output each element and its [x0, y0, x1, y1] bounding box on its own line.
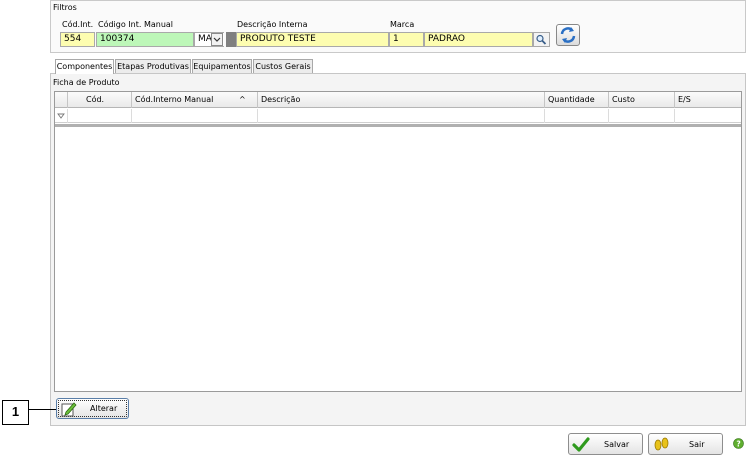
marca-code-field[interactable]: 1 [389, 32, 424, 47]
grid-indicator-header [55, 92, 68, 108]
filters-title: Filtros [53, 3, 77, 12]
salvar-button[interactable]: Salvar [568, 433, 643, 455]
callout-line [29, 409, 56, 410]
search-icon [536, 34, 547, 45]
checkmark-icon [572, 437, 590, 452]
column-label: Cód.Interno Manual [135, 95, 214, 104]
cod-int-field[interactable]: 554 [60, 32, 95, 47]
filter-cell-custo[interactable] [609, 109, 675, 123]
color-indicator [226, 32, 236, 47]
filter-cell-quantidade[interactable] [545, 109, 609, 123]
column-header-custo[interactable]: Custo [609, 92, 675, 108]
cod-int-label: Cód.Int. [62, 20, 94, 29]
components-grid[interactable] [54, 91, 742, 392]
tab-equipamentos[interactable]: Equipamentos [192, 59, 252, 73]
tab-custos-gerais[interactable]: Custos Gerais [253, 59, 313, 73]
panel-title: Ficha de Produto [53, 78, 120, 87]
filter-cell-descricao[interactable] [258, 109, 545, 123]
tab-etapas-produtivas[interactable]: Etapas Produtivas [115, 59, 191, 73]
cod-manual-label: Código Int. Manual [98, 20, 174, 29]
column-header-cod[interactable]: Cód. [68, 92, 132, 108]
filter-cell-es[interactable] [675, 109, 741, 123]
filter-icon [57, 113, 65, 119]
column-header-descricao[interactable]: Descrição [258, 92, 545, 108]
refresh-button[interactable] [556, 24, 580, 46]
svg-text:?: ? [736, 439, 740, 448]
column-header-quantidade[interactable]: Quantidade [545, 92, 609, 108]
edit-icon [61, 402, 77, 417]
descricao-label: Descrição Interna [237, 20, 308, 29]
column-header-es[interactable]: E/S [675, 92, 741, 108]
alterar-button[interactable]: Alterar [56, 398, 129, 419]
sort-ascending-icon: ^ [239, 95, 246, 104]
filter-row-indicator [55, 109, 68, 123]
grid-divider [55, 124, 741, 127]
tab-componentes[interactable]: Componentes [55, 59, 114, 74]
alterar-label: Alterar [90, 404, 118, 413]
descricao-field[interactable]: PRODUTO TESTE [236, 32, 389, 47]
cod-manual-field[interactable]: 100374 [96, 32, 194, 47]
sair-label: Sair [689, 440, 705, 449]
filter-cell-cod[interactable] [68, 109, 132, 123]
marca-label: Marca [390, 20, 415, 29]
marca-name-field[interactable]: PADRAO [424, 32, 533, 47]
chevron-down-icon[interactable] [211, 33, 223, 46]
callout-marker: 1 [2, 400, 29, 425]
column-header-cod-interno-manual[interactable]: Cód.Interno Manual ^ [132, 92, 258, 108]
exit-footprints-icon [654, 437, 669, 451]
refresh-icon [560, 27, 576, 43]
help-icon[interactable]: ? [733, 438, 744, 449]
search-button[interactable] [533, 32, 550, 47]
sair-button[interactable]: Sair [648, 433, 723, 455]
filter-cell-cod-interno[interactable] [132, 109, 258, 123]
salvar-label: Salvar [604, 440, 630, 449]
